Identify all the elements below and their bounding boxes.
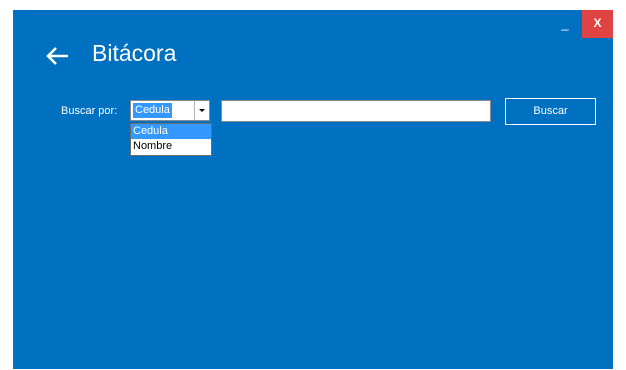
arrow-left-icon[interactable] <box>45 46 71 66</box>
search-by-label: Buscar por: <box>61 105 118 117</box>
app-window: _ X Bitácora Buscar por: Cedula Cedula N… <box>13 10 613 369</box>
page-title: Bitácora <box>92 40 177 66</box>
dropdown-option-nombre[interactable]: Nombre <box>131 139 211 154</box>
minimize-button[interactable]: _ <box>551 10 579 38</box>
chevron-down-icon <box>199 109 205 112</box>
search-field-selected-value: Cedula <box>133 103 172 118</box>
dropdown-toggle[interactable] <box>194 101 209 120</box>
dropdown-list: Cedula Nombre <box>130 123 212 156</box>
close-button[interactable]: X <box>582 10 613 38</box>
search-input[interactable] <box>221 100 491 122</box>
dropdown-option-cedula[interactable]: Cedula <box>131 124 211 139</box>
search-button[interactable]: Buscar <box>505 98 596 125</box>
search-field-dropdown[interactable]: Cedula <box>130 100 210 121</box>
